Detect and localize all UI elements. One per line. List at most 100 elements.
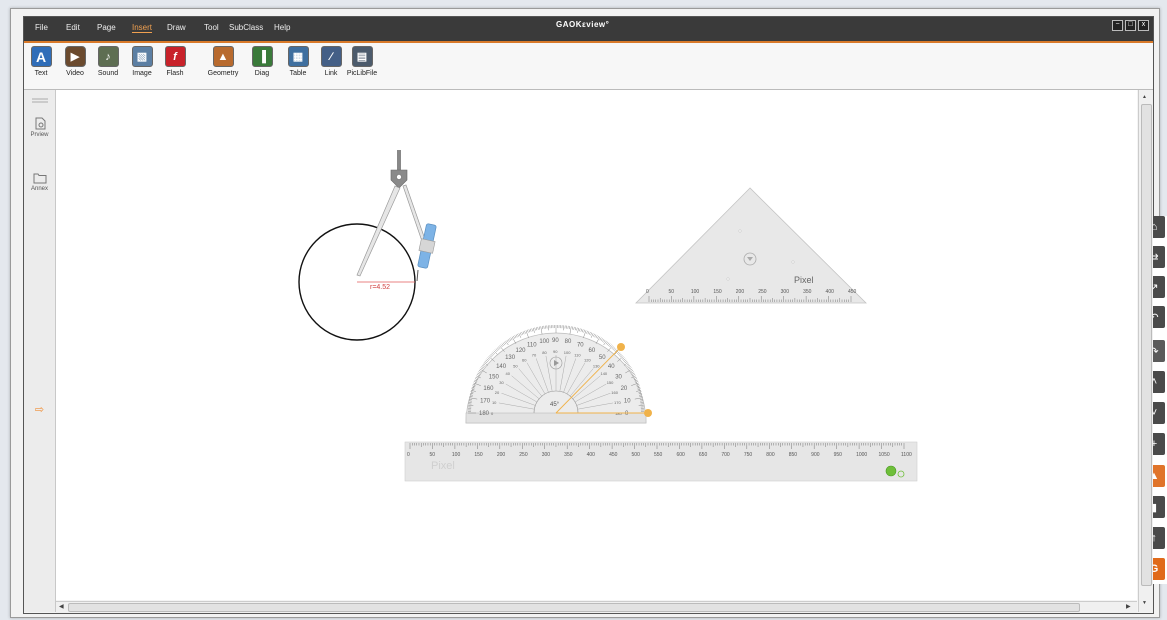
protractor-tick (622, 358, 626, 361)
ruler-tick-label: 550 (654, 452, 663, 458)
protractor-tick (612, 347, 616, 350)
protractor-tick (596, 335, 599, 339)
text-icon: A (30, 46, 52, 67)
whiteboard-canvas[interactable]: r=4.52 Pixel 0 50 100 150 200 250 300 35… (56, 90, 1167, 600)
compass-radius-label: r=4.52 (370, 284, 390, 291)
ruler-tick-label: 1000 (856, 452, 867, 458)
triangle-tick-label: 200 (736, 289, 745, 295)
protractor[interactable]: 180170160150140130120110100 90 80706050403… (465, 325, 652, 424)
compass-tool[interactable] (356, 150, 437, 282)
ruler-tick-label: 300 (542, 452, 551, 458)
sidebar-grip[interactable] (24, 98, 55, 106)
menu-subclass[interactable]: SubClass (229, 23, 263, 32)
menu-tool[interactable]: Tool (204, 23, 219, 32)
protractor-tick (588, 331, 591, 335)
protractor-tick (506, 339, 509, 343)
menu-file[interactable]: File (35, 23, 48, 32)
menu-page[interactable]: Page (97, 23, 116, 32)
protractor-inner-label: 90 (553, 349, 558, 354)
piclibfile-tool[interactable]: ▤ PicLibFile (342, 46, 382, 77)
protractor-tick (477, 372, 481, 375)
straight-ruler[interactable]: 0 50 100 150 200 250 300 350 400 450 500 550 600 650 7… (404, 441, 918, 482)
ruler-tick-label: 500 (632, 452, 641, 458)
minimize-button[interactable]: − (1112, 20, 1123, 31)
preview-button[interactable]: Prview (24, 117, 55, 138)
preview-label: Prview (30, 132, 49, 138)
protractor-tick (595, 336, 601, 344)
protractor-inner-label: 130 (593, 364, 600, 369)
protractor-outer-label: 50 (599, 355, 606, 361)
protractor-tick (582, 329, 584, 333)
protractor-tick (608, 343, 611, 347)
protractor-tick (481, 366, 485, 369)
protractor-tick (528, 329, 530, 333)
protractor-outer-label: 100 (539, 339, 550, 345)
image-tool[interactable]: ▧ Image (128, 46, 156, 77)
maximize-button[interactable]: □ (1125, 20, 1136, 31)
protractor-tick (485, 359, 489, 363)
horizontal-scrollbar[interactable]: ◀ ▶ (56, 601, 1137, 613)
diag-tool[interactable]: ▐ Diag (251, 46, 273, 77)
sound-tool[interactable]: ♪ Sound (94, 46, 122, 77)
protractor-inner-label: 150 (607, 380, 614, 385)
horizontal-scroll-thumb[interactable] (68, 603, 1080, 612)
protractor-inner-label: 120 (584, 357, 591, 362)
link-tool[interactable]: ∕ Link (320, 46, 342, 77)
protractor-tick (519, 332, 522, 336)
rotate-icon[interactable] (885, 465, 897, 477)
vertical-scroll-thumb[interactable] (1141, 104, 1152, 586)
triangle-tick-label: 350 (803, 289, 812, 295)
protractor-tick (534, 327, 536, 331)
app-logo: GAOKεview° (556, 20, 610, 29)
protractor-tick (602, 339, 605, 342)
menu-help[interactable]: Help (274, 23, 290, 32)
flash-tool[interactable]: f Flash (163, 46, 187, 77)
sound-icon: ♪ (97, 46, 119, 67)
close-button[interactable]: x (1138, 20, 1149, 31)
grip-icon (31, 98, 48, 103)
protractor-tick (476, 374, 480, 376)
menu-edit[interactable]: Edit (66, 23, 80, 32)
geometry-tool[interactable]: ▲ Geometry (203, 46, 243, 77)
protractor-outer-label: 40 (608, 364, 615, 370)
triangle-tick-label: 150 (713, 289, 722, 295)
scroll-up-arrow-icon[interactable]: ▲ (1142, 94, 1147, 100)
protractor-tick (482, 364, 485, 367)
annex-button[interactable]: Annex (24, 172, 55, 192)
ruler-tick-label: 800 (766, 452, 775, 458)
protractor-outer-label: 110 (527, 342, 537, 348)
protractor-tick (624, 361, 628, 364)
text-tool[interactable]: A Text (30, 46, 52, 77)
protractor-tick (606, 342, 610, 346)
protractor-tick (482, 363, 486, 366)
triangle-ruler[interactable]: Pixel 0 50 100 150 200 250 300 350 400 450 (635, 187, 867, 304)
scroll-down-arrow-icon[interactable]: ▼ (1142, 600, 1147, 606)
protractor-tick (537, 326, 539, 330)
menu-draw[interactable]: Draw (167, 23, 186, 32)
vertical-scrollbar[interactable]: ▲ ▼ (1138, 90, 1153, 612)
protractor-inner-label: 100 (564, 350, 571, 355)
link-tool-label: Link (324, 70, 338, 77)
protractor-tick (626, 363, 630, 366)
protractor-outer-label: 30 (615, 375, 622, 381)
ruler-tick-label: 450 (609, 452, 618, 458)
protractor-tick (632, 374, 636, 376)
protractor-tick (489, 355, 493, 358)
protractor-tick (509, 338, 512, 342)
protractor-tick (515, 334, 518, 338)
table-tool[interactable]: ▦ Table (286, 46, 310, 77)
scroll-left-arrow-icon[interactable]: ◀ (59, 603, 64, 610)
menu-insert[interactable]: Insert (132, 23, 153, 33)
ruler-tick-label: 100 (452, 452, 461, 458)
sidebar-expand-arrow-icon[interactable]: ⇨ (24, 403, 55, 416)
protractor-tick (630, 370, 634, 373)
protractor-outer-label: 180 (479, 411, 490, 417)
scroll-right-arrow-icon[interactable]: ▶ (1126, 603, 1131, 610)
protractor-tick (627, 366, 631, 369)
ruler-tick-label: 900 (811, 452, 820, 458)
ruler-unit-label: Pixel (431, 460, 455, 472)
protractor-tick (531, 328, 533, 332)
protractor-tick (621, 357, 625, 360)
video-tool[interactable]: ▶ Video (62, 46, 88, 77)
protractor-tick (487, 357, 491, 360)
